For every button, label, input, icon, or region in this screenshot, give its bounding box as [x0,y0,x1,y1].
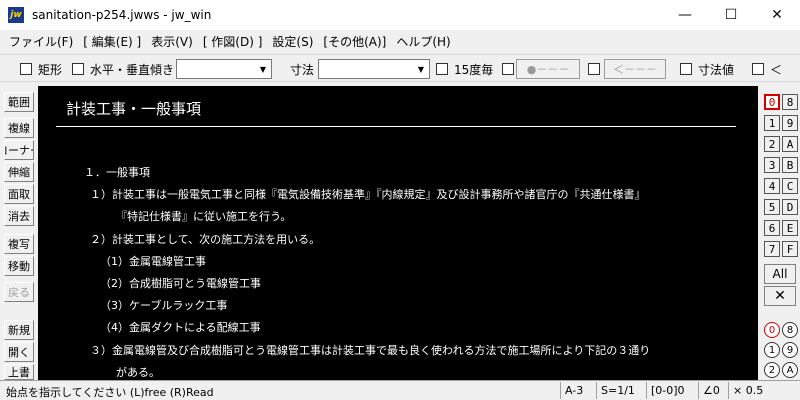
layer-group-a[interactable]: A [782,362,798,378]
tool-range[interactable]: 範囲 [4,92,34,112]
layer-group-8[interactable]: 8 [782,322,798,338]
doc-line: ３）金属電線管及び合成樹脂可とう電線管工事は計装工事で最も良く使われる方法で施工… [90,344,651,357]
tool-copy[interactable]: 複写 [4,234,34,254]
close-button[interactable]: ✕ [754,0,800,30]
menu-help[interactable]: ヘルプ(H) [391,33,455,50]
title-underline [56,126,736,127]
layer-group-9[interactable]: 9 [782,342,798,358]
toolbar: 矩形 水平・垂直 傾き ▼ 寸法 ▼ 15度毎 ●－－－ ＜－－－ 寸法値 ＜ [0,54,800,82]
checkbox-box[interactable] [436,63,448,75]
layer-button-e[interactable]: E [782,220,798,236]
checkbox-box[interactable] [752,63,764,75]
doc-line: ２）計装工事として、次の施工方法を用いる。 [90,233,321,246]
doc-line: （2）合成樹脂可とう電線管工事 [100,277,261,290]
lt-label: ＜ [770,62,783,77]
layer-button-b[interactable]: B [782,157,798,173]
doc-line: （1）金属電線管工事 [100,255,206,268]
dimval-checkbox[interactable]: 寸法値 [680,61,734,77]
hv-checkbox[interactable]: 水平・垂直 [72,61,150,77]
layer-button-8[interactable]: 8 [782,94,798,110]
layer-group-2[interactable]: 2 [764,362,780,378]
layer-button-a[interactable]: A [782,136,798,152]
checkbox-box[interactable] [20,63,32,75]
tool-new[interactable]: 新規 [4,320,34,340]
sheet-title: 計装工事・一般事項 [66,100,202,118]
tool-move[interactable]: 移動 [4,256,34,276]
layer-button-0[interactable]: 0 [764,94,780,110]
title-bar: jw sanitation-p254.jwws - jw_win — ☐ ✕ [0,0,800,30]
tool-corner[interactable]: コーナー [4,140,34,160]
checkbox-box[interactable] [588,63,600,75]
dropdown-arrow-icon[interactable]: ▼ [413,60,429,78]
drawing-canvas[interactable]: 計装工事・一般事項 １．一般事項 １）計装工事は一般電気工事と同様『電気設備技術… [38,86,758,380]
layer-button-3[interactable]: 3 [764,157,780,173]
layer-group-0[interactable]: 0 [764,322,780,338]
dimval-label: 寸法値 [698,62,735,77]
dim-combo[interactable]: ▼ [318,59,430,79]
layer-button-4[interactable]: 4 [764,178,780,194]
menu-file[interactable]: ファイル(F) [4,33,78,50]
layer-button-5[interactable]: 5 [764,199,780,215]
lt-checkbox[interactable]: ＜ [752,61,782,77]
layer-button-1[interactable]: 1 [764,115,780,131]
rect-checkbox[interactable]: 矩形 [20,61,62,77]
status-bar: 始点を指示してください (L)free (R)Read A-3 S=1/1 [0… [0,380,800,400]
layer-group-1[interactable]: 1 [764,342,780,358]
layer-panel: 0 8 1 9 2 A 3 B 4 C 5 D 6 E 7 F All ✕ 0 … [760,86,800,380]
rect-label: 矩形 [38,62,63,77]
doc-line: 『特記仕様書』に従い施工を行う。 [116,210,292,223]
doc-line: １．一般事項 [84,166,150,179]
zoom-readout[interactable]: × 0.5 [728,382,800,399]
tool-open[interactable]: 開く [4,342,34,362]
hv-label: 水平・垂直 [90,62,151,77]
app-icon: jw [8,7,24,23]
window-title: sanitation-p254.jwws - jw_win [32,8,212,22]
layer-button-f[interactable]: F [782,241,798,257]
layer-all-button[interactable]: All [764,264,796,284]
tool-undo[interactable]: 戻る [4,282,34,302]
dropdown-arrow-icon[interactable]: ▼ [255,60,271,78]
dim-label: 寸法 [290,62,315,77]
layer-button-7[interactable]: 7 [764,241,780,257]
status-message: 始点を指示してください (L)free (R)Read [6,386,214,399]
layer-close-icon[interactable]: ✕ [764,286,796,306]
arrow-line-button[interactable]: ＜－－－ [604,59,666,79]
layer-button-2[interactable]: 2 [764,136,780,152]
menu-other[interactable]: [その他(A)] [318,33,391,50]
angle-readout[interactable]: ∠0 [698,382,728,399]
checkbox-box[interactable] [502,63,514,75]
tool-save[interactable]: 上書 [4,364,34,380]
layer-button-9[interactable]: 9 [782,115,798,131]
scale-readout[interactable]: S=1/1 [596,382,646,399]
tool-offset[interactable]: 複線 [4,118,34,138]
layer-button-6[interactable]: 6 [764,220,780,236]
layer-button-d[interactable]: D [782,199,798,215]
dot-line-button[interactable]: ●－－－ [516,59,580,79]
layer-button-c[interactable]: C [782,178,798,194]
step15-checkbox[interactable]: 15度毎 [436,61,493,77]
tool-stretch[interactable]: 伸縮 [4,162,34,182]
step15-label: 15度毎 [454,62,494,77]
layer-readout[interactable]: [0-0]0 [646,382,698,399]
menu-view[interactable]: 表示(V) [146,33,198,50]
left-toolbox: 範囲 複線 コーナー 伸縮 面取 消去 複写 移動 戻る 新規 開く 上書 [0,86,38,380]
menu-edit[interactable]: [ 編集(E) ] [78,33,146,50]
maximize-button[interactable]: ☐ [708,0,754,30]
menu-settings[interactable]: 設定(S) [267,33,318,50]
menu-bar: ファイル(F) [ 編集(E) ] 表示(V) [ 作図(D) ] 設定(S) … [0,30,800,52]
doc-line: がある。 [116,366,160,379]
minimize-button[interactable]: — [662,0,708,30]
doc-line: （4）金属ダクトによる配線工事 [100,321,261,334]
doc-line: （3）ケーブルラック工事 [100,299,228,312]
checkbox-box[interactable] [680,63,692,75]
tilt-label: 傾き [150,62,175,77]
tool-chamfer[interactable]: 面取 [4,184,34,204]
paper-size[interactable]: A-3 [560,382,596,399]
menu-draw[interactable]: [ 作図(D) ] [198,33,268,50]
doc-line: １）計装工事は一般電気工事と同様『電気設備技術基準』『内線規定』及び設計事務所や… [90,188,646,201]
checkbox-box[interactable] [72,63,84,75]
tilt-combo[interactable]: ▼ [176,59,272,79]
tool-erase[interactable]: 消去 [4,206,34,226]
